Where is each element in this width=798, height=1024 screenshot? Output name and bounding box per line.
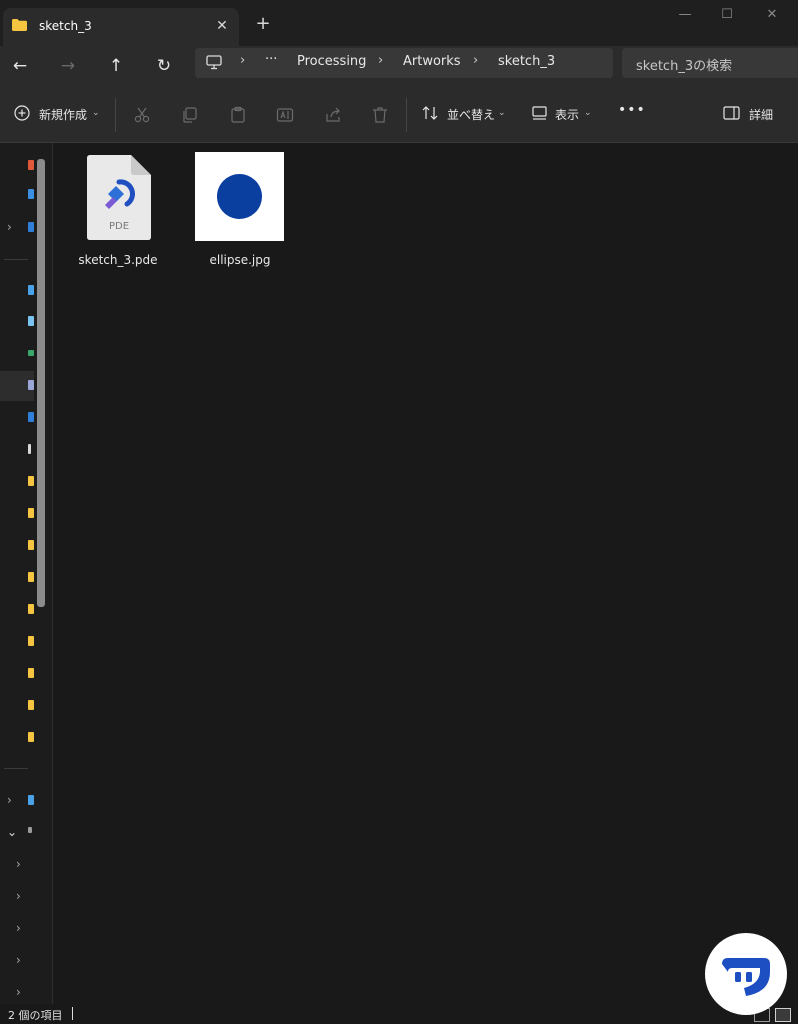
chevron-right-icon[interactable]: › (16, 954, 28, 966)
status-bar: 2 個の項目 (0, 1004, 798, 1024)
sidebar-divider (4, 259, 28, 260)
image-thumbnail (195, 152, 284, 241)
item-count: 2 個の項目 (8, 1009, 63, 1022)
details-label: 詳細 (749, 108, 774, 122)
sidebar-folder-icon[interactable] (28, 572, 34, 582)
sort-icon (422, 106, 438, 120)
breadcrumb-separator: › (473, 53, 479, 68)
sidebar-item-icon[interactable] (28, 795, 34, 805)
sidebar-item-icon[interactable] (28, 412, 34, 422)
file-name: sketch_3.pde (78, 253, 158, 267)
sidebar-folder-icon[interactable] (28, 636, 34, 646)
navigation-pane[interactable]: › › ⌄ › › › › › (0, 143, 53, 1004)
breadcrumb-separator: › (378, 53, 384, 68)
sidebar-folder-icon[interactable] (28, 604, 34, 614)
folder-icon (12, 19, 27, 31)
address-bar[interactable]: › ··· Processing › Artworks › sketch_3 (195, 48, 613, 78)
plus-circle-icon (14, 105, 30, 121)
sidebar-item-icon[interactable] (28, 316, 34, 326)
copy-icon[interactable] (180, 105, 200, 125)
sort-button-label: 並べ替え (447, 108, 496, 122)
breadcrumb-separator: › (240, 53, 246, 68)
back-button[interactable]: ← (6, 52, 34, 80)
paste-icon[interactable] (228, 105, 248, 125)
details-pane-icon (723, 106, 740, 120)
sidebar-divider (4, 768, 28, 769)
navigation-bar: ← → ↑ ↻ › ··· Processing › Artworks › sk… (0, 46, 798, 86)
pde-badge-text: PDE (109, 221, 129, 232)
sidebar-folder-icon[interactable] (28, 700, 34, 710)
logo-watermark (705, 933, 787, 1015)
sidebar-item-icon[interactable] (28, 380, 34, 390)
sidebar-item-icon[interactable] (28, 285, 34, 295)
file-list[interactable]: PDE sketch_3.pde ellipse.jpg (53, 143, 798, 1004)
logo-icon (715, 943, 777, 1005)
sidebar-scrollbar[interactable] (37, 159, 45, 607)
breadcrumb-artworks[interactable]: Artworks (403, 54, 461, 69)
chevron-down-icon: ⌄ (584, 108, 592, 118)
cut-icon[interactable] (132, 105, 152, 125)
share-icon[interactable] (323, 105, 343, 125)
sidebar-item-icon[interactable] (28, 827, 32, 833)
tab-sketch-3[interactable]: sketch_3 ✕ (3, 8, 239, 46)
sidebar-folder-icon[interactable] (28, 508, 34, 518)
new-tab-button[interactable]: + (251, 12, 275, 36)
pde-file-icon: PDE (87, 155, 151, 240)
sidebar-folder-icon[interactable] (28, 668, 34, 678)
chevron-right-icon[interactable]: › (16, 986, 28, 998)
chevron-right-icon[interactable]: › (16, 890, 28, 902)
chevron-right-icon[interactable]: › (16, 858, 28, 870)
sidebar-folder-icon[interactable] (28, 732, 34, 742)
tab-title: sketch_3 (39, 19, 92, 33)
file-item[interactable]: ellipse.jpg (190, 149, 290, 269)
title-bar: sketch_3 ✕ + — ☐ ✕ (0, 0, 798, 46)
chevron-right-icon[interactable]: › (7, 794, 19, 806)
up-button[interactable]: ↑ (102, 52, 130, 80)
forward-button[interactable]: → (54, 52, 82, 80)
chevron-right-icon[interactable]: › (7, 221, 19, 233)
status-divider (72, 1007, 73, 1020)
delete-icon[interactable] (370, 105, 390, 125)
minimize-button[interactable]: — (670, 6, 700, 24)
file-item[interactable]: PDE sketch_3.pde (68, 149, 168, 269)
sidebar-item-icon[interactable] (28, 350, 34, 356)
command-bar: 新規作成 ⌄ 並べ替え ⌄ 表示 ⌄ ••• 詳細 (0, 86, 798, 143)
blue-circle-shape (217, 174, 262, 219)
breadcrumb-processing[interactable]: Processing (297, 54, 366, 69)
sidebar-item-icon[interactable] (28, 444, 31, 454)
large-icons-view-button[interactable] (775, 1008, 791, 1022)
computer-icon (206, 55, 222, 70)
view-button-label: 表示 (555, 108, 580, 122)
search-input[interactable]: sketch_3の検索 (636, 55, 732, 74)
breadcrumb-more-button[interactable]: ··· (265, 52, 277, 67)
toolbar-divider (406, 98, 407, 132)
tab-close-icon[interactable]: ✕ (212, 16, 232, 36)
more-options-button[interactable]: ••• (618, 102, 646, 124)
chevron-down-icon[interactable]: ⌄ (7, 826, 19, 838)
sidebar-item-icon[interactable] (28, 222, 34, 232)
close-window-button[interactable]: ✕ (757, 6, 787, 24)
file-name: ellipse.jpg (209, 253, 271, 267)
sidebar-folder-icon[interactable] (28, 476, 34, 486)
search-box[interactable]: sketch_3の検索 (622, 48, 798, 78)
refresh-button[interactable]: ↻ (150, 52, 178, 80)
toolbar-divider (115, 98, 116, 132)
new-button-label: 新規作成 (39, 108, 88, 122)
sidebar-item-icon[interactable] (28, 189, 34, 199)
chevron-right-icon[interactable]: › (16, 922, 28, 934)
view-icon (532, 106, 547, 120)
chevron-down-icon: ⌄ (498, 108, 506, 118)
maximize-button[interactable]: ☐ (712, 6, 742, 24)
breadcrumb-sketch-3[interactable]: sketch_3 (498, 54, 555, 69)
sidebar-item-icon[interactable] (28, 160, 34, 170)
sidebar-folder-icon[interactable] (28, 540, 34, 550)
rename-icon[interactable] (275, 105, 295, 125)
chevron-down-icon: ⌄ (92, 108, 100, 118)
